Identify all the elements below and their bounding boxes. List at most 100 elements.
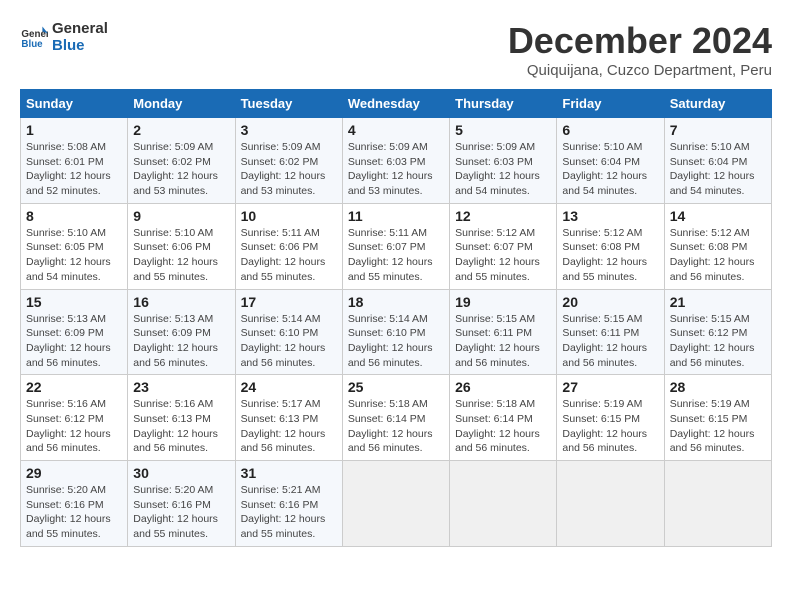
calendar-cell: 28 Sunrise: 5:19 AM Sunset: 6:15 PM Dayli… bbox=[664, 375, 771, 461]
calendar-cell: 24 Sunrise: 5:17 AM Sunset: 6:13 PM Dayli… bbox=[235, 375, 342, 461]
day-info: Sunrise: 5:15 AM Sunset: 6:11 PM Dayligh… bbox=[455, 312, 551, 371]
calendar-cell: 20Sunrise: 5:15 AM Sunset: 6:11 PM Dayli… bbox=[557, 289, 664, 375]
day-info: Sunrise: 5:19 AM Sunset: 6:15 PM Dayligh… bbox=[670, 397, 766, 456]
calendar-cell: 19 Sunrise: 5:15 AM Sunset: 6:11 PM Dayli… bbox=[450, 289, 557, 375]
calendar-week-3: 15 Sunrise: 5:13 AM Sunset: 6:09 PM Dayli… bbox=[21, 289, 772, 375]
calendar-cell: 16 Sunrise: 5:13 AM Sunset: 6:09 PM Dayli… bbox=[128, 289, 235, 375]
day-info: Sunrise: 5:18 AM Sunset: 6:14 PM Dayligh… bbox=[455, 397, 551, 456]
calendar-cell: 11 Sunrise: 5:11 AM Sunset: 6:07 PM Dayli… bbox=[342, 203, 449, 289]
day-number: 30 bbox=[133, 465, 229, 481]
col-saturday: Saturday bbox=[664, 90, 771, 118]
calendar-cell: 15Sunrise: 5:13 AM Sunset: 6:09 PM Dayli… bbox=[21, 289, 128, 375]
calendar-week-2: 8 Sunrise: 5:10 AM Sunset: 6:05 PM Daylig… bbox=[21, 203, 772, 289]
day-number: 18 bbox=[348, 294, 444, 310]
calendar-table: Sunday Monday Tuesday Wednesday Thursday… bbox=[20, 89, 772, 547]
day-info: Sunrise: 5:13 AM Sunset: 6:09 PM Dayligh… bbox=[133, 312, 229, 371]
day-info: Sunrise: 5:09 AM Sunset: 6:02 PM Dayligh… bbox=[241, 140, 337, 199]
logo-blue: Blue bbox=[52, 37, 108, 54]
day-number: 19 bbox=[455, 294, 551, 310]
day-info: Sunrise: 5:11 AM Sunset: 6:06 PM Dayligh… bbox=[241, 226, 337, 285]
col-friday: Friday bbox=[557, 90, 664, 118]
calendar-cell: 13 Sunrise: 5:12 AM Sunset: 6:08 PM Dayli… bbox=[557, 203, 664, 289]
col-tuesday: Tuesday bbox=[235, 90, 342, 118]
calendar-cell: 25 Sunrise: 5:18 AM Sunset: 6:14 PM Dayli… bbox=[342, 375, 449, 461]
day-info: Sunrise: 5:10 AM Sunset: 6:06 PM Dayligh… bbox=[133, 226, 229, 285]
day-info: Sunrise: 5:17 AM Sunset: 6:13 PM Dayligh… bbox=[241, 397, 337, 456]
title-area: December 2024 Quiquijana, Cuzco Departme… bbox=[508, 20, 772, 79]
calendar-cell bbox=[664, 461, 771, 547]
day-info: Sunrise: 5:20 AM Sunset: 6:16 PM Dayligh… bbox=[26, 483, 122, 542]
logo-general: General bbox=[52, 20, 108, 37]
calendar-cell: 14Sunrise: 5:12 AM Sunset: 6:08 PM Dayli… bbox=[664, 203, 771, 289]
calendar-cell: 23 Sunrise: 5:16 AM Sunset: 6:13 PM Dayli… bbox=[128, 375, 235, 461]
day-number: 27 bbox=[562, 379, 658, 395]
day-number: 11 bbox=[348, 208, 444, 224]
day-info: Sunrise: 5:10 AM Sunset: 6:05 PM Dayligh… bbox=[26, 226, 122, 285]
calendar-week-4: 22 Sunrise: 5:16 AM Sunset: 6:12 PM Dayli… bbox=[21, 375, 772, 461]
day-info: Sunrise: 5:12 AM Sunset: 6:07 PM Dayligh… bbox=[455, 226, 551, 285]
day-number: 28 bbox=[670, 379, 766, 395]
col-monday: Monday bbox=[128, 90, 235, 118]
day-number: 31 bbox=[241, 465, 337, 481]
calendar-cell: 5Sunrise: 5:09 AM Sunset: 6:03 PM Daylig… bbox=[450, 118, 557, 204]
day-info: Sunrise: 5:09 AM Sunset: 6:02 PM Dayligh… bbox=[133, 140, 229, 199]
calendar-cell: 18Sunrise: 5:14 AM Sunset: 6:10 PM Dayli… bbox=[342, 289, 449, 375]
calendar-cell: 9 Sunrise: 5:10 AM Sunset: 6:06 PM Daylig… bbox=[128, 203, 235, 289]
calendar-cell bbox=[450, 461, 557, 547]
day-info: Sunrise: 5:18 AM Sunset: 6:14 PM Dayligh… bbox=[348, 397, 444, 456]
svg-text:Blue: Blue bbox=[21, 39, 43, 50]
day-number: 9 bbox=[133, 208, 229, 224]
calendar-cell: 7Sunrise: 5:10 AM Sunset: 6:04 PM Daylig… bbox=[664, 118, 771, 204]
logo-icon: General Blue bbox=[20, 23, 48, 51]
calendar-week-1: 1Sunrise: 5:08 AM Sunset: 6:01 PM Daylig… bbox=[21, 118, 772, 204]
day-number: 22 bbox=[26, 379, 122, 395]
calendar-cell bbox=[342, 461, 449, 547]
day-info: Sunrise: 5:16 AM Sunset: 6:12 PM Dayligh… bbox=[26, 397, 122, 456]
day-number: 23 bbox=[133, 379, 229, 395]
calendar-cell: 1Sunrise: 5:08 AM Sunset: 6:01 PM Daylig… bbox=[21, 118, 128, 204]
day-info: Sunrise: 5:09 AM Sunset: 6:03 PM Dayligh… bbox=[455, 140, 551, 199]
day-number: 6 bbox=[562, 122, 658, 138]
calendar-cell: 8 Sunrise: 5:10 AM Sunset: 6:05 PM Daylig… bbox=[21, 203, 128, 289]
day-number: 2 bbox=[133, 122, 229, 138]
day-number: 21 bbox=[670, 294, 766, 310]
day-info: Sunrise: 5:14 AM Sunset: 6:10 PM Dayligh… bbox=[241, 312, 337, 371]
day-number: 29 bbox=[26, 465, 122, 481]
col-thursday: Thursday bbox=[450, 90, 557, 118]
calendar-cell: 4 Sunrise: 5:09 AM Sunset: 6:03 PM Daylig… bbox=[342, 118, 449, 204]
day-info: Sunrise: 5:12 AM Sunset: 6:08 PM Dayligh… bbox=[562, 226, 658, 285]
day-number: 12 bbox=[455, 208, 551, 224]
calendar-cell: 10Sunrise: 5:11 AM Sunset: 6:06 PM Dayli… bbox=[235, 203, 342, 289]
day-info: Sunrise: 5:19 AM Sunset: 6:15 PM Dayligh… bbox=[562, 397, 658, 456]
day-number: 4 bbox=[348, 122, 444, 138]
calendar-cell: 26Sunrise: 5:18 AM Sunset: 6:14 PM Dayli… bbox=[450, 375, 557, 461]
day-number: 24 bbox=[241, 379, 337, 395]
day-info: Sunrise: 5:15 AM Sunset: 6:12 PM Dayligh… bbox=[670, 312, 766, 371]
day-info: Sunrise: 5:11 AM Sunset: 6:07 PM Dayligh… bbox=[348, 226, 444, 285]
day-number: 25 bbox=[348, 379, 444, 395]
calendar-cell: 21 Sunrise: 5:15 AM Sunset: 6:12 PM Dayli… bbox=[664, 289, 771, 375]
calendar-cell: 2 Sunrise: 5:09 AM Sunset: 6:02 PM Daylig… bbox=[128, 118, 235, 204]
day-number: 8 bbox=[26, 208, 122, 224]
calendar-cell bbox=[557, 461, 664, 547]
day-number: 14 bbox=[670, 208, 766, 224]
calendar-cell: 6Sunrise: 5:10 AM Sunset: 6:04 PM Daylig… bbox=[557, 118, 664, 204]
day-info: Sunrise: 5:10 AM Sunset: 6:04 PM Dayligh… bbox=[670, 140, 766, 199]
day-info: Sunrise: 5:15 AM Sunset: 6:11 PM Dayligh… bbox=[562, 312, 658, 371]
calendar-subtitle: Quiquijana, Cuzco Department, Peru bbox=[508, 62, 772, 79]
logo: General Blue General Blue bbox=[20, 20, 108, 54]
calendar-cell: 29 Sunrise: 5:20 AM Sunset: 6:16 PM Dayli… bbox=[21, 461, 128, 547]
day-info: Sunrise: 5:09 AM Sunset: 6:03 PM Dayligh… bbox=[348, 140, 444, 199]
calendar-title: December 2024 bbox=[508, 20, 772, 62]
day-info: Sunrise: 5:16 AM Sunset: 6:13 PM Dayligh… bbox=[133, 397, 229, 456]
day-info: Sunrise: 5:20 AM Sunset: 6:16 PM Dayligh… bbox=[133, 483, 229, 542]
day-number: 16 bbox=[133, 294, 229, 310]
day-info: Sunrise: 5:21 AM Sunset: 6:16 PM Dayligh… bbox=[241, 483, 337, 542]
day-info: Sunrise: 5:08 AM Sunset: 6:01 PM Dayligh… bbox=[26, 140, 122, 199]
col-sunday: Sunday bbox=[21, 90, 128, 118]
calendar-cell: 27 Sunrise: 5:19 AM Sunset: 6:15 PM Dayli… bbox=[557, 375, 664, 461]
page-header: General Blue General Blue December 2024 … bbox=[20, 20, 772, 79]
day-number: 15 bbox=[26, 294, 122, 310]
calendar-cell: 17Sunrise: 5:14 AM Sunset: 6:10 PM Dayli… bbox=[235, 289, 342, 375]
day-number: 13 bbox=[562, 208, 658, 224]
